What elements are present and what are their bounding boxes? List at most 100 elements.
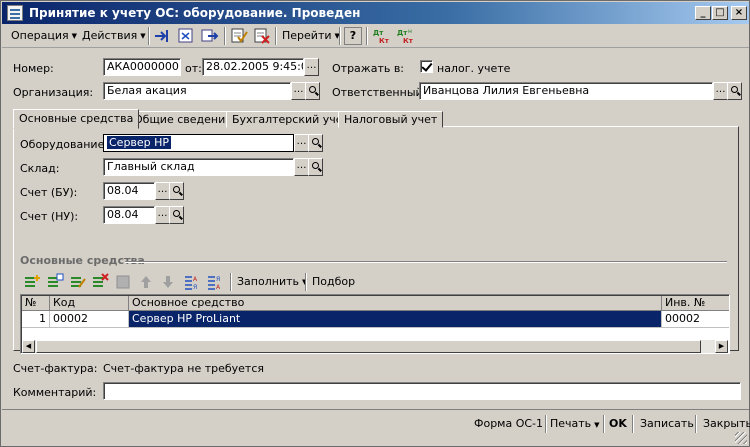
- ok-button[interactable]: OK: [607, 415, 629, 433]
- copy-row-icon[interactable]: [46, 273, 64, 291]
- close-form-button[interactable]: Закрыть: [701, 415, 750, 433]
- account-nu-label: Счет (НУ):: [20, 210, 79, 223]
- organization-field[interactable]: Белая акация: [103, 82, 291, 100]
- tab-tax-accounting[interactable]: Налоговый учет: [338, 111, 444, 128]
- resize-grip-icon[interactable]: [735, 432, 747, 444]
- number-field[interactable]: АКА00000001: [103, 58, 181, 76]
- table-cell-inventory[interactable]: 00002: [662, 311, 729, 328]
- horizontal-scrollbar[interactable]: ◀ ▶: [22, 340, 728, 353]
- menu-arrow-icon: ▼: [140, 32, 146, 40]
- responsible-open-button[interactable]: [727, 82, 742, 100]
- number-label: Номер:: [13, 62, 54, 75]
- operation-menu[interactable]: Операция ▼: [8, 28, 80, 44]
- account-bu-select-button[interactable]: …: [155, 182, 170, 200]
- toolbar-separator: [695, 415, 697, 433]
- print-label: Печать: [550, 417, 592, 430]
- toolbar-separator: [603, 415, 605, 433]
- column-header-asset[interactable]: Основное средство: [129, 296, 662, 311]
- svg-text:A: A: [216, 284, 221, 291]
- window-title: Принятие к учету ОС: оборудование. Прове…: [29, 6, 361, 20]
- toolbar-separator: [305, 273, 307, 291]
- organization-select-button[interactable]: …: [291, 82, 306, 100]
- post-document-icon[interactable]: [229, 27, 249, 45]
- delete-row-icon[interactable]: [91, 273, 109, 291]
- ellipsis-icon: …: [715, 84, 726, 95]
- equipment-select-button[interactable]: …: [294, 134, 309, 152]
- date-field[interactable]: 28.02.2005 9:45:00: [202, 58, 304, 76]
- tax-accounting-checkbox[interactable]: [420, 60, 433, 73]
- responsible-label: Ответственный:: [332, 86, 427, 99]
- warehouse-field[interactable]: Главный склад: [103, 158, 294, 176]
- account-bu-field[interactable]: 08.04: [103, 182, 155, 200]
- group-divider: [125, 261, 727, 263]
- structure-icon[interactable]: [176, 27, 196, 45]
- equipment-open-button[interactable]: [308, 134, 323, 152]
- fixed-assets-table[interactable]: № Код Основное средство Инв. № 1 00002 С…: [20, 294, 730, 354]
- toolbar-separator: [366, 27, 368, 45]
- scroll-left-icon[interactable]: ◀: [22, 340, 35, 353]
- column-header-code[interactable]: Код: [50, 296, 129, 311]
- menu-arrow-icon: ▼: [71, 32, 77, 40]
- dtn-kt-icon[interactable]: Дт н Кт: [395, 27, 415, 45]
- column-header-number[interactable]: №: [22, 296, 50, 311]
- form-os1-button[interactable]: Форма ОС-1: [472, 415, 545, 433]
- dt-kt-icon[interactable]: Дт Кт: [371, 27, 391, 45]
- tab-fixed-assets[interactable]: Основные средства: [13, 109, 140, 129]
- save-button[interactable]: Записать: [638, 415, 696, 433]
- column-header-inventory[interactable]: Инв. №: [662, 296, 729, 311]
- help-icon: ?: [349, 29, 357, 42]
- tab-accounting[interactable]: Бухгалтерский учет: [226, 111, 355, 128]
- organization-open-button[interactable]: [305, 82, 320, 100]
- table-cell-asset[interactable]: Сервер HP ProLiant: [129, 311, 662, 328]
- comment-field[interactable]: [103, 382, 741, 400]
- goto-menu[interactable]: Перейти ▼: [279, 28, 343, 44]
- title-bar[interactable]: Принятие к учету ОС: оборудование. Прове…: [2, 2, 749, 24]
- account-nu-select-button[interactable]: …: [155, 206, 170, 224]
- help-button[interactable]: ?: [344, 27, 362, 45]
- svg-text:A: A: [193, 276, 198, 283]
- actions-menu[interactable]: Действия ▼: [79, 28, 149, 44]
- move-up-icon: [137, 273, 155, 291]
- scroll-right-icon[interactable]: ▶: [715, 340, 728, 353]
- command-bar: Операция ▼ Действия ▼ Перейти ▼ ? Дт Кт Дт н К…: [2, 24, 749, 48]
- warehouse-open-button[interactable]: [308, 158, 323, 176]
- operation-menu-label: Операция: [11, 29, 69, 42]
- menu-arrow-icon: ▼: [594, 421, 600, 429]
- toolbar-separator: [339, 27, 341, 45]
- calendar-button[interactable]: …: [304, 58, 319, 76]
- add-row-icon[interactable]: [23, 273, 41, 291]
- fill-menu-label: Заполнить: [237, 275, 299, 288]
- warehouse-label: Склад:: [20, 162, 60, 175]
- account-nu-field[interactable]: 08.04: [103, 206, 155, 224]
- account-nu-open-button[interactable]: [169, 206, 184, 224]
- equipment-value: Сервер HP: [107, 136, 172, 149]
- scroll-thumb[interactable]: [36, 340, 701, 353]
- sort-descending-icon[interactable]: ЯA: [206, 273, 224, 291]
- responsible-select-button[interactable]: …: [713, 82, 728, 100]
- edit-row-icon[interactable]: [69, 273, 87, 291]
- enter-on-basis-icon[interactable]: [152, 27, 172, 45]
- equipment-field[interactable]: Сервер HP: [103, 134, 294, 152]
- close-button[interactable]: ×: [731, 6, 747, 20]
- table-cell-code[interactable]: 00002: [50, 311, 129, 328]
- tab-general-info[interactable]: Общие сведения: [128, 111, 238, 128]
- svg-text:н: н: [408, 28, 412, 35]
- minimize-button[interactable]: _: [695, 6, 711, 20]
- ellipsis-icon: …: [157, 208, 168, 219]
- select-button[interactable]: Подбор: [309, 274, 358, 290]
- account-bu-open-button[interactable]: [169, 182, 184, 200]
- warehouse-select-button[interactable]: …: [294, 158, 309, 176]
- svg-text:Дт: Дт: [373, 29, 384, 37]
- print-menu[interactable]: Печать ▼: [548, 415, 602, 433]
- movements-icon[interactable]: [200, 27, 220, 45]
- svg-text:Я: Я: [193, 284, 197, 291]
- ellipsis-icon: …: [293, 84, 304, 95]
- invoice-link[interactable]: Счет-фактура не требуется: [103, 362, 264, 375]
- table-cell-number[interactable]: 1: [22, 311, 50, 328]
- sort-ascending-icon[interactable]: AЯ: [183, 273, 201, 291]
- ellipsis-icon: …: [157, 184, 168, 195]
- responsible-field[interactable]: Иванцова Лилия Евгеньевна: [419, 82, 713, 100]
- fill-menu[interactable]: Заполнить ▼: [234, 274, 310, 290]
- maximize-button[interactable]: □: [712, 6, 728, 20]
- unpost-document-icon[interactable]: [252, 27, 272, 45]
